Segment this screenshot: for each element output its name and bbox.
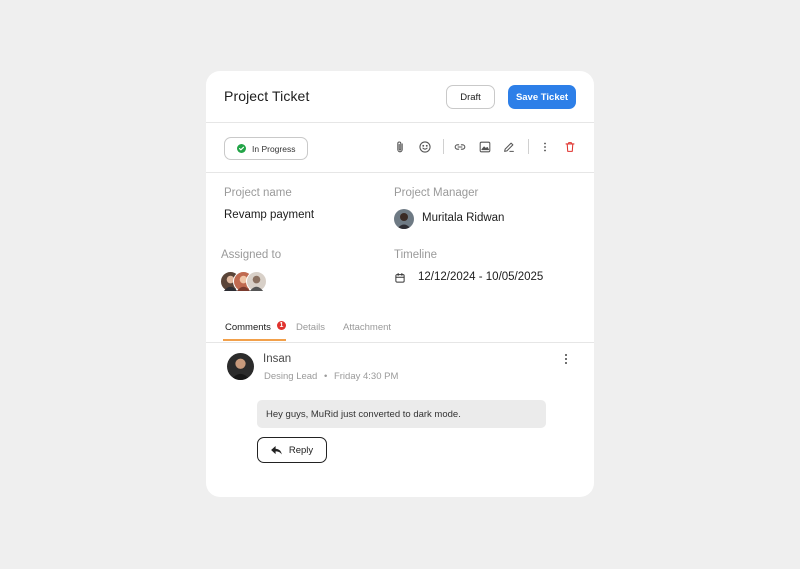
timeline-value: 12/12/2024 - 10/05/2025 [418, 271, 544, 283]
image-icon[interactable] [478, 140, 492, 154]
status-dropdown[interactable]: In Progress [224, 137, 308, 160]
paperclip-icon[interactable] [393, 140, 407, 154]
page-title: Project Ticket [224, 88, 310, 104]
comment-author: Insan [263, 353, 292, 365]
emoji-icon[interactable] [418, 140, 432, 154]
comment-text: Hey guys, MuRid just converted to dark m… [266, 408, 461, 420]
comment-meta: Desing Lead • Friday 4:30 PM [264, 371, 398, 382]
pen-icon[interactable] [502, 140, 516, 154]
assigned-to-label: Assigned to [221, 249, 282, 261]
more-vertical-icon[interactable] [538, 140, 552, 154]
card-header: Project Ticket Draft Save Ticket [206, 71, 594, 123]
reply-arrow-icon [270, 445, 282, 455]
avatar [227, 353, 254, 380]
toolbar-divider [443, 139, 444, 154]
meta-separator: • [324, 371, 328, 382]
project-manager-value: Muritala Ridwan [422, 212, 505, 224]
reply-label: Reply [288, 444, 314, 456]
toolbar: In Progress [206, 123, 594, 173]
calendar-icon [394, 271, 406, 283]
project-manager-label: Project Manager [394, 187, 479, 199]
link-icon[interactable] [453, 140, 467, 154]
active-tab-indicator [223, 339, 286, 341]
comment-time: Friday 4:30 PM [333, 371, 399, 382]
draft-button[interactable]: Draft [446, 85, 495, 109]
save-ticket-button[interactable]: Save Ticket [508, 85, 576, 109]
comment-role: Desing Lead [264, 371, 318, 382]
tab-attachment[interactable]: Attachment [343, 322, 391, 333]
trash-icon[interactable] [563, 140, 577, 154]
tab-bar: Comments 1 Details Attachment [206, 317, 594, 343]
timeline-label: Timeline [394, 249, 438, 261]
ticket-card: Project Ticket Draft Save Ticket In Prog… [206, 71, 594, 497]
comments-count-badge: 1 [277, 321, 286, 330]
project-name-label: Project name [224, 187, 292, 199]
toolbar-divider [528, 139, 529, 154]
check-circle-icon [237, 144, 246, 153]
comment-more-icon[interactable] [561, 352, 571, 366]
comment-message: Hey guys, MuRid just converted to dark m… [257, 400, 546, 428]
status-label: In Progress [252, 143, 296, 154]
project-name-value: Revamp payment [224, 209, 315, 221]
tab-comments[interactable]: Comments [225, 322, 271, 333]
reply-button[interactable]: Reply [257, 437, 327, 463]
avatar [246, 271, 267, 292]
tab-details[interactable]: Details [296, 322, 325, 333]
avatar [394, 209, 414, 229]
